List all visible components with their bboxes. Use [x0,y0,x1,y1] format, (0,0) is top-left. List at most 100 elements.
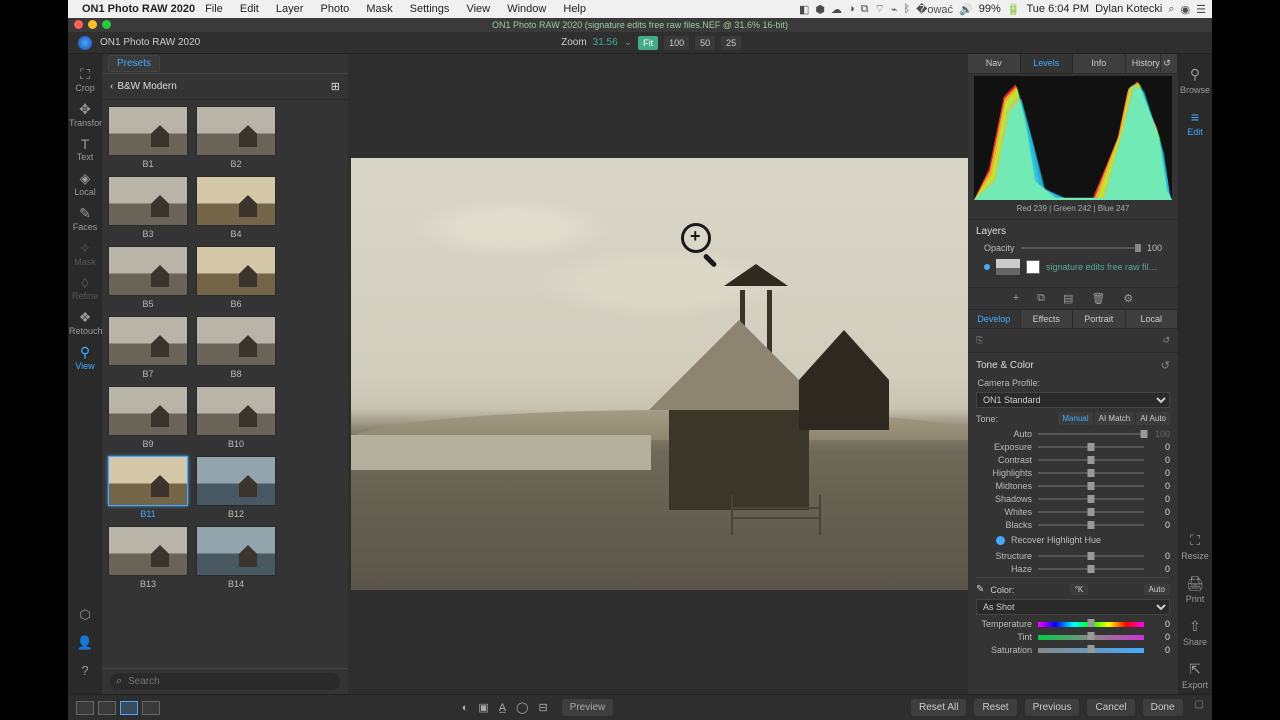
mask-view-icon[interactable]: ▣ [478,701,488,714]
menu-photo[interactable]: Photo [321,3,350,15]
toggle-preview-icon[interactable]: ⊟ [538,701,547,714]
zoom-25-button[interactable]: 25 [721,36,741,50]
contrast-slider[interactable] [1038,459,1144,461]
resize-button[interactable]: ⛶Resize [1181,528,1209,565]
tray-icon[interactable]: ◧ [799,3,809,16]
volume-icon[interactable]: 🔊 [959,3,973,16]
menu-layer[interactable]: Layer [276,3,304,15]
exposure-slider[interactable] [1038,446,1144,448]
grid-view-icon[interactable]: ⊞ [331,80,340,93]
person-tool-icon[interactable]: 👤 [69,629,101,657]
shadows-slider[interactable] [1038,498,1144,500]
tray-icon[interactable]: ☁ [831,3,842,16]
preset-thumb[interactable]: B8 [196,316,276,382]
zoom-50-button[interactable]: 50 [695,36,715,50]
tab-info[interactable]: Info [1073,54,1126,73]
tab-effects[interactable]: Effects [1021,310,1074,328]
refine-tool[interactable]: ◊Refine [69,271,101,303]
back-icon[interactable]: ‹ [110,81,113,92]
edit-button[interactable]: ≡Edit [1187,105,1203,141]
app-name[interactable]: ON1 Photo RAW 2020 [82,3,195,15]
whites-slider[interactable] [1038,511,1144,513]
midtones-slider[interactable] [1038,485,1144,487]
menu-view[interactable]: View [466,3,490,15]
tab-portrait[interactable]: Portrait [1073,310,1126,328]
layer-name[interactable]: signature edits free raw files.NEF [1046,262,1162,272]
done-button[interactable]: Done [1143,699,1183,716]
siri-icon[interactable]: ◉ [1181,3,1191,16]
preset-thumb[interactable]: B5 [108,246,188,312]
tone-aiauto-button[interactable]: AI Auto [1136,412,1170,425]
preset-thumb[interactable]: B7 [108,316,188,382]
view-mode-single[interactable] [76,701,94,715]
reset-button[interactable]: Reset [974,699,1016,716]
camera-profile-select[interactable]: ON1 Standard [976,392,1170,408]
preview-button[interactable]: Preview [562,699,614,716]
layer-settings-icon[interactable]: ⚙ [1123,292,1133,305]
kelvin-button[interactable]: °K [1070,584,1089,595]
zoom-value[interactable]: 31.56 [593,37,618,48]
wifi-icon[interactable]: �ować [916,3,953,16]
menu-settings[interactable]: Settings [410,3,450,15]
tone-aimatch-button[interactable]: AI Match [1095,412,1135,425]
delete-layer-icon[interactable]: 🗑 [1091,292,1105,305]
haze-slider[interactable] [1038,568,1144,570]
bluetooth-icon[interactable]: ᛒ [903,3,910,15]
minimize-button[interactable] [88,20,97,29]
opacity-value[interactable]: 100 [1147,243,1162,253]
blacks-slider[interactable] [1038,524,1144,526]
reset-settings-icon[interactable]: ↺ [1162,335,1170,346]
print-button[interactable]: 🖨Print [1186,571,1205,608]
preset-thumb[interactable]: B14 [196,526,276,592]
cancel-button[interactable]: Cancel [1087,699,1134,716]
tab-develop[interactable]: Develop [968,310,1021,328]
view-tool[interactable]: ⚲View [69,340,101,373]
menu-edit[interactable]: Edit [240,3,259,15]
search-input[interactable] [110,673,340,690]
help-icon[interactable]: ? [69,657,101,684]
structure-slider[interactable] [1038,555,1144,557]
white-balance-select[interactable]: As Shot [976,599,1170,615]
recover-highlight-radio[interactable] [996,536,1005,545]
menu-mask[interactable]: Mask [366,3,392,15]
export-button[interactable]: ⇱Export [1182,657,1208,694]
layer-item[interactable]: signature edits free raw files.NEF [976,257,1170,281]
preset-thumb[interactable]: B11 [108,456,188,522]
battery-icon[interactable]: 🔋 [1007,3,1021,16]
preset-thumb[interactable]: B10 [196,386,276,452]
preset-thumb[interactable]: B2 [196,106,276,172]
color-auto-button[interactable]: Auto [1144,584,1170,595]
duplicate-layer-icon[interactable]: ⧉ [1037,292,1045,305]
layer-mask-icon[interactable] [1026,260,1040,274]
menu-help[interactable]: Help [563,3,586,15]
saturation-slider[interactable] [1038,648,1144,653]
preset-thumb[interactable]: B12 [196,456,276,522]
clipping-icon[interactable]: ◯ [516,701,528,714]
menu-file[interactable]: File [205,3,223,15]
zoom-100-button[interactable]: 100 [664,36,689,50]
tag-tool-icon[interactable]: ⬡ [69,601,101,629]
histogram[interactable] [974,76,1172,200]
layer-visible-icon[interactable] [984,264,990,270]
menu-window[interactable]: Window [507,3,546,15]
user-name[interactable]: Dylan Kotecki [1095,3,1162,15]
reset-tone-icon[interactable]: ↺ [1161,359,1170,372]
copy-settings-icon[interactable]: ⎘ [976,335,983,346]
tab-history[interactable]: History ↺ [1126,54,1179,73]
spotlight-icon[interactable]: ⌕ [1168,3,1174,16]
highlights-slider[interactable] [1038,472,1144,474]
tint-slider[interactable] [1038,635,1144,640]
preset-thumb[interactable]: B9 [108,386,188,452]
zoom-fit-button[interactable]: Fit [638,36,658,50]
soft-proof-icon[interactable]: ◐ [462,702,469,714]
view-mode-split[interactable] [142,701,160,715]
tab-local[interactable]: Local [1126,310,1179,328]
view-mode-compare[interactable] [120,701,138,715]
opacity-slider[interactable] [1021,247,1141,249]
temperature-slider[interactable] [1038,622,1144,627]
tray-icon[interactable]: ⧉ [861,3,869,16]
label-a-icon[interactable]: A̲ [499,702,506,714]
canvas[interactable] [348,54,1002,694]
faces-tool[interactable]: ✎Faces [69,201,101,234]
preset-thumb[interactable]: B4 [196,176,276,242]
